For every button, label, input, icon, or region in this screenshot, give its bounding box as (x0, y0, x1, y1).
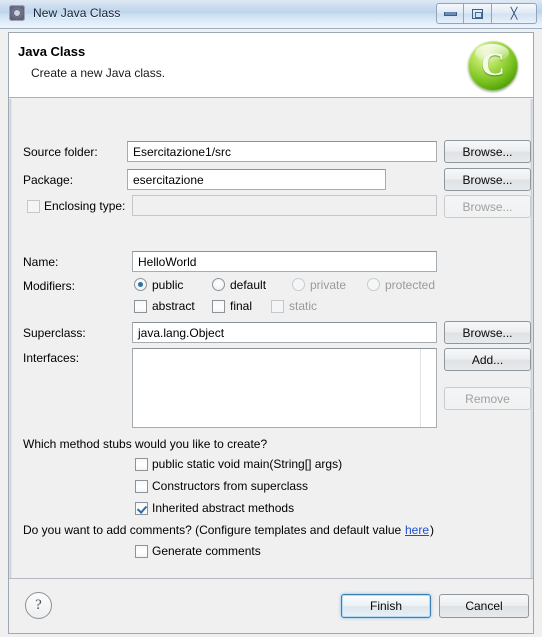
package-label: Package: (23, 173, 74, 187)
minimize-icon (443, 11, 457, 16)
eclipse-app-icon (9, 5, 25, 21)
modifier-label-abstract: abstract (152, 299, 195, 313)
superclass-input[interactable]: java.lang.Object (132, 322, 437, 343)
modifier-label-final: final (230, 299, 253, 313)
modifier-label-public: public (152, 278, 184, 292)
new-java-class-dialog: New Java Class ╳ Java Class Create a new… (0, 0, 542, 637)
source-folder-input[interactable]: Esercitazione1/src (127, 141, 437, 162)
modifiers-label: Modifiers: (23, 279, 76, 293)
stub-label-constructors: Constructors from superclass (152, 479, 309, 493)
modifier-label-static: static (289, 299, 318, 313)
logo-letter: C (481, 46, 505, 83)
interfaces-add-button[interactable]: Add... (444, 348, 531, 371)
title-bar: New Java Class ╳ (0, 0, 542, 29)
window-controls: ╳ (436, 3, 537, 24)
package-input[interactable]: esercitazione (127, 169, 386, 190)
minimize-button[interactable] (436, 3, 464, 24)
enclosing-type-input[interactable] (132, 195, 437, 216)
modifier-label-default: default (230, 278, 267, 292)
comments-question-after: ) (430, 523, 434, 537)
stub-checkbox-inherited-abstract[interactable] (135, 502, 148, 515)
stub-checkbox-main-method[interactable] (135, 458, 148, 471)
modifier-radio-default[interactable] (212, 278, 225, 291)
finish-button[interactable]: Finish (341, 594, 431, 618)
java-class-logo-icon: C (468, 41, 518, 91)
source-folder-browse-button[interactable]: Browse... (444, 140, 531, 163)
help-icon[interactable]: ? (25, 592, 52, 619)
maximize-icon (472, 8, 483, 19)
interfaces-remove-button[interactable]: Remove (444, 387, 531, 410)
modifier-label-private: private (310, 278, 347, 292)
modifier-checkbox-final[interactable] (212, 300, 225, 313)
interfaces-list-scrollbar[interactable] (420, 349, 436, 427)
dialog-content: Java Class Create a new Java class. C So… (0, 29, 542, 637)
interfaces-label: Interfaces: (23, 351, 80, 365)
name-label: Name: (23, 255, 59, 269)
modifier-checkbox-static[interactable] (271, 300, 284, 313)
close-button[interactable]: ╳ (492, 3, 537, 24)
generate-comments-label: Generate comments (152, 544, 261, 558)
method-stubs-question: Which method stubs would you like to cre… (23, 437, 268, 451)
modifier-checkbox-abstract[interactable] (134, 300, 147, 313)
class-name-input[interactable]: HelloWorld (132, 251, 437, 272)
maximize-button[interactable] (464, 3, 492, 24)
stub-label-main-method: public static void main(String[] args) (152, 457, 343, 471)
dialog-panel: Java Class Create a new Java class. C So… (8, 32, 534, 634)
page-title: Java Class (18, 44, 86, 59)
left-scroll-strip[interactable] (9, 99, 12, 578)
modifier-label-protected: protected (385, 278, 436, 292)
page-subtitle: Create a new Java class. (31, 66, 166, 80)
title-bar-left: New Java Class (9, 5, 120, 21)
modifier-radio-private[interactable] (292, 278, 305, 291)
enclosing-type-label: Enclosing type: (44, 199, 126, 213)
dialog-footer: ? Finish Cancel (9, 578, 533, 633)
wizard-body: Source folder: Esercitazione1/src Browse… (9, 99, 533, 578)
interfaces-list[interactable] (132, 348, 437, 428)
package-browse-button[interactable]: Browse... (444, 168, 531, 191)
cancel-button[interactable]: Cancel (439, 594, 529, 618)
modifier-radio-protected[interactable] (367, 278, 380, 291)
generate-comments-checkbox[interactable] (135, 545, 148, 558)
close-icon: ╳ (510, 8, 518, 20)
superclass-browse-button[interactable]: Browse... (444, 321, 531, 344)
superclass-label: Superclass: (23, 326, 86, 340)
enclosing-type-checkbox[interactable] (27, 200, 40, 213)
wizard-header: Java Class Create a new Java class. C (9, 33, 533, 98)
configure-templates-link[interactable]: here (405, 523, 429, 537)
modifier-radio-public[interactable] (134, 278, 147, 291)
window-title: New Java Class (33, 6, 121, 20)
stub-checkbox-constructors[interactable] (135, 480, 148, 493)
stub-label-inherited-abstract: Inherited abstract methods (152, 501, 295, 515)
comments-question-before: Do you want to add comments? (Configure … (23, 523, 402, 537)
source-folder-label: Source folder: (23, 145, 98, 159)
enclosing-type-browse-button[interactable]: Browse... (444, 195, 531, 218)
